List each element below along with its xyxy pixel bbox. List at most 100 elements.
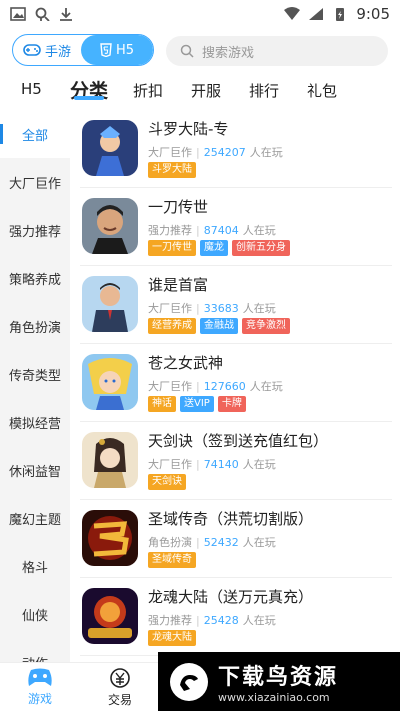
player-count: 25428 [203,613,239,627]
game-meta: 大厂巨作 | 74140 人在玩 [148,456,276,472]
player-count: 52432 [203,535,239,549]
game-tag: 创新五分身 [232,240,290,256]
mobile-games-label: 手游 [44,44,71,60]
sidebar-item-casual[interactable]: 休闲益智 [0,446,70,494]
game-category: 大厂巨作 [148,380,192,393]
wifi-icon [284,7,301,20]
nav-trade[interactable]: 交易 [80,663,160,711]
sidebar-item-simulation[interactable]: 模拟经营 [0,398,70,446]
meta-separator: | [196,613,200,627]
sidebar-item-action[interactable]: 动作 [0,638,70,663]
player-count: 127660 [203,379,246,393]
battery-icon [336,8,345,21]
download-icon [60,8,72,21]
game-name: 龙魂大陆（送万元真充） [148,588,314,606]
mobile-games-option[interactable]: 手游 [13,35,81,65]
list-item[interactable]: 龙魂大陆（送万元真充） 强力推荐 | 25428 人在玩 龙魂大陆 [80,578,392,656]
category-sidebar: 全部 大厂巨作 强力推荐 策略养成 角色扮演 传奇类型 模拟经营 休闲益智 魔幻… [0,110,70,662]
player-count: 33683 [203,301,239,315]
game-name: 斗罗大陆-专 [148,120,229,138]
game-meta: 大厂巨作 | 33683 人在玩 [148,300,276,316]
game-name: 谁是首富 [148,276,209,294]
player-suffix: 人在玩 [242,302,276,315]
player-suffix: 人在玩 [242,614,276,627]
list-item[interactable]: 一刀传世 强力推荐 | 87404 人在玩 一刀传世 魔龙 创新五分身 [80,188,392,266]
meta-separator: | [196,379,200,393]
sidebar-item-fantasy[interactable]: 魔幻主题 [0,494,70,542]
game-icon [82,588,138,644]
game-category: 角色扮演 [148,536,192,549]
game-meta: 大厂巨作 | 254207 人在玩 [148,144,283,160]
game-tag: 斗罗大陆 [148,162,196,178]
game-tag: 龙魂大陆 [148,630,196,646]
tab-new-servers[interactable]: 开服 [191,80,221,101]
game-icon [82,276,138,332]
player-suffix: 人在玩 [249,146,283,159]
game-category: 强力推荐 [148,614,192,627]
game-tags: 神话 送VIP 卡牌 [148,396,246,412]
player-count: 254207 [203,145,246,159]
meta-separator: | [196,457,200,471]
game-meta: 角色扮演 | 52432 人在玩 [148,534,276,550]
app-notification-icon [35,7,50,21]
game-name: 一刀传世 [148,198,209,216]
list-item[interactable]: 天剑诀（签到送充值红包） 大厂巨作 | 74140 人在玩 天剑诀 [80,422,392,500]
game-icon [82,510,138,566]
h5-option[interactable]: H5 [81,35,153,65]
list-item[interactable]: 谁是首富 大厂巨作 | 33683 人在玩 经营养成 金融战 竞争激烈 [80,266,392,344]
game-tag: 送VIP [180,396,214,412]
meta-separator: | [196,301,200,315]
game-meta: 强力推荐 | 87404 人在玩 [148,222,276,238]
game-icon [82,120,138,176]
game-tag: 魔龙 [200,240,228,256]
sidebar-item-recommended[interactable]: 强力推荐 [0,206,70,254]
player-count: 74140 [203,457,239,471]
game-meta: 大厂巨作 | 127660 人在玩 [148,378,283,394]
sidebar-item-strategy[interactable]: 策略养成 [0,254,70,302]
search-bar[interactable]: 搜索游戏 [166,36,388,66]
search-placeholder: 搜索游戏 [202,45,255,61]
html5-icon [100,43,112,57]
meta-separator: | [196,145,200,159]
game-tags: 圣域传奇 [148,552,196,568]
watermark-title: 下载鸟资源 [218,665,339,690]
status-bar: 9:05 [0,0,400,28]
sidebar-item-rpg[interactable]: 角色扮演 [0,302,70,350]
sidebar-item-all[interactable]: 全部 [0,110,70,158]
game-icon [82,198,138,254]
game-tag: 竞争激烈 [242,318,290,334]
sidebar-item-fighting[interactable]: 格斗 [0,542,70,590]
bird-logo-icon [170,662,208,701]
nav-games[interactable]: 游戏 [0,663,80,711]
game-icon [82,354,138,410]
player-suffix: 人在玩 [242,224,276,237]
game-name: 苍之女武神 [148,354,224,372]
game-tag: 卡牌 [217,396,246,412]
clock: 9:05 [356,5,390,23]
sidebar-item-big-studio[interactable]: 大厂巨作 [0,158,70,206]
nav-games-label: 游戏 [27,692,52,706]
game-tags: 经营养成 金融战 竞争激烈 [148,318,290,334]
watermark: 下载鸟资源 www.xiazainiao.com [158,652,400,711]
h5-label: H5 [115,42,135,58]
tab-h5[interactable]: H5 [21,80,42,98]
tab-discount[interactable]: 折扣 [133,80,163,101]
gamepad-icon [28,668,52,686]
player-suffix: 人在玩 [242,536,276,549]
image-icon [10,7,26,21]
game-tags: 斗罗大陆 [148,162,196,178]
search-icon [180,44,194,58]
game-tag: 天剑诀 [148,474,186,490]
list-item[interactable]: 圣域传奇（洪荒切割版） 角色扮演 | 52432 人在玩 圣域传奇 [80,500,392,578]
tab-ranking[interactable]: 排行 [249,80,279,101]
player-suffix: 人在玩 [249,380,283,393]
list-item[interactable]: 斗罗大陆-专 大厂巨作 | 254207 人在玩 斗罗大陆 [80,110,392,188]
game-category: 大厂巨作 [148,146,192,159]
list-item[interactable]: 苍之女武神 大厂巨作 | 127660 人在玩 神话 送VIP 卡牌 [80,344,392,422]
watermark-url: www.xiazainiao.com [218,691,330,704]
game-tag: 神话 [148,396,176,412]
sidebar-item-legend[interactable]: 传奇类型 [0,350,70,398]
sidebar-item-xianxia[interactable]: 仙侠 [0,590,70,638]
platform-toggle[interactable]: 手游 H5 [12,34,154,66]
tab-gifts[interactable]: 礼包 [307,80,337,101]
